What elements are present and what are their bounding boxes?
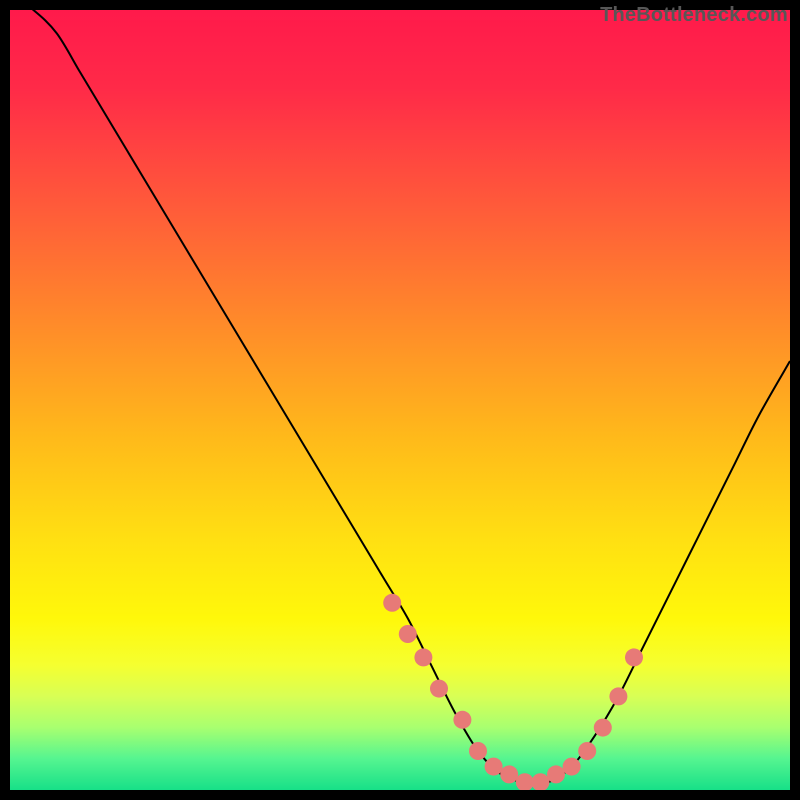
attribution-text: TheBottleneck.com — [600, 4, 788, 27]
curve-marker — [399, 625, 417, 643]
curve-marker — [563, 758, 581, 776]
curve-marker — [547, 765, 565, 783]
curve-marker — [430, 680, 448, 698]
curve-marker — [500, 765, 518, 783]
chart-frame — [10, 10, 790, 790]
chart-svg — [10, 10, 790, 790]
gradient-background — [10, 10, 790, 790]
curve-marker — [609, 687, 627, 705]
curve-marker — [578, 742, 596, 760]
curve-marker — [414, 648, 432, 666]
curve-marker — [453, 711, 471, 729]
curve-marker — [594, 719, 612, 737]
curve-marker — [625, 648, 643, 666]
curve-marker — [485, 758, 503, 776]
curve-marker — [469, 742, 487, 760]
curve-marker — [383, 594, 401, 612]
